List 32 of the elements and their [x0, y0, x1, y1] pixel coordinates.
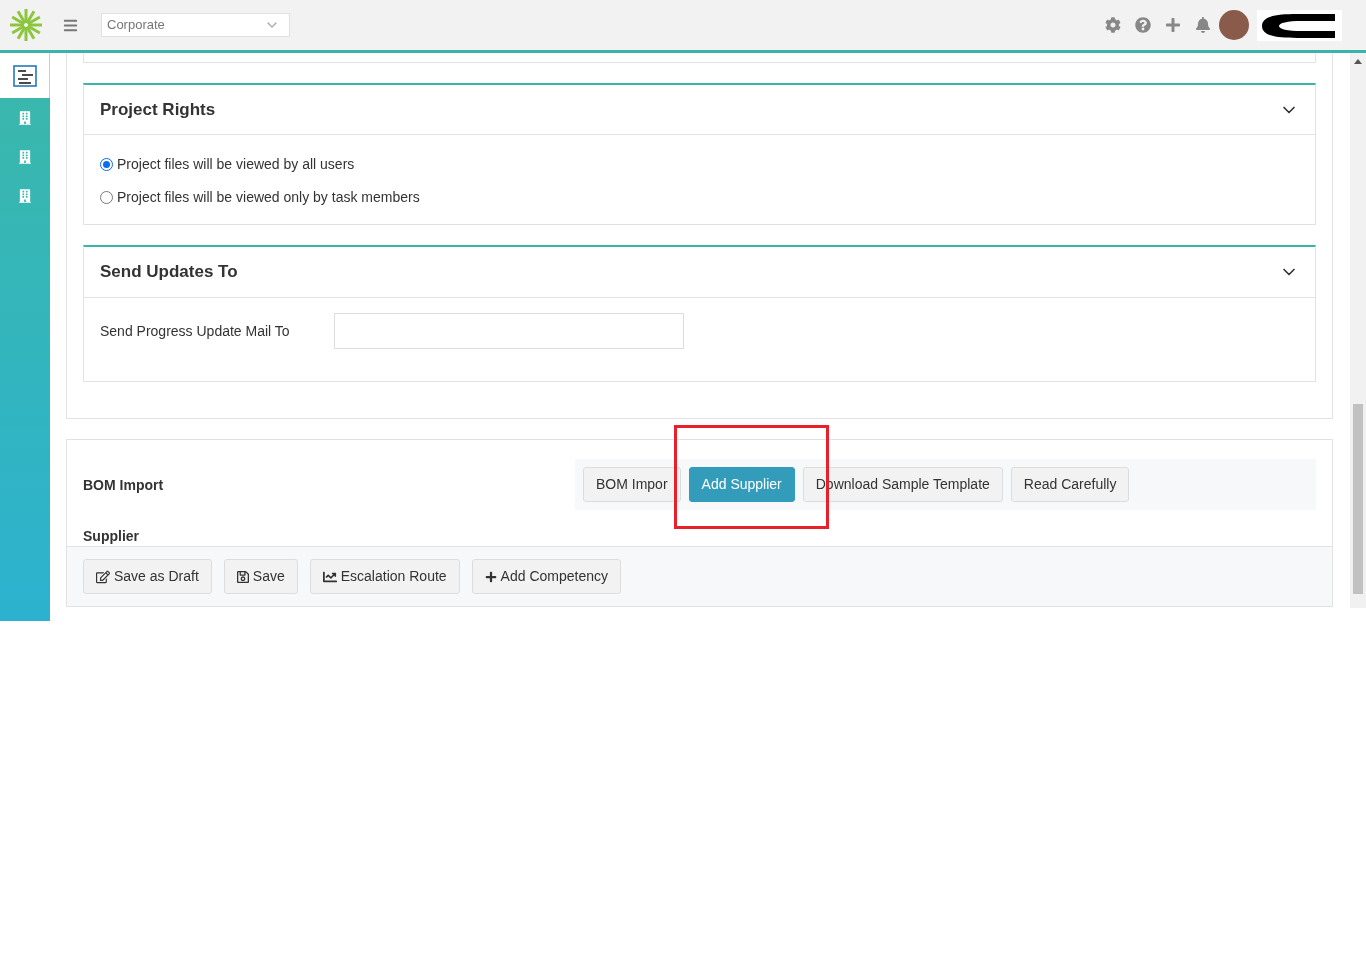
task-list-icon [12, 64, 37, 87]
help-icon[interactable] [1135, 17, 1151, 33]
company-logo[interactable] [1257, 9, 1342, 41]
toolbar-button[interactable]: BOM Impor [583, 466, 681, 502]
menu-icon[interactable] [63, 17, 78, 33]
toolbar-button[interactable]: Read Carefully [1010, 466, 1130, 502]
settings-icon[interactable] [1105, 17, 1121, 33]
save-icon [236, 569, 249, 584]
scrollbar-thumb[interactable] [1353, 404, 1363, 594]
avatar[interactable] [1219, 10, 1249, 40]
notification-icon[interactable] [1195, 17, 1211, 33]
section-title: Project Rights [100, 98, 216, 121]
supplier-label: Supplier [82, 528, 140, 546]
org-select[interactable]: Corporate [101, 13, 290, 37]
line-chart-icon [322, 569, 337, 584]
plus-icon [484, 570, 497, 583]
field-label: Send Progress Update Mail To [100, 321, 291, 341]
section-title: Send Updates To [100, 261, 238, 284]
footer-button[interactable]: Add Competency [471, 559, 621, 594]
building-icon [19, 149, 31, 164]
sidebar-item[interactable] [0, 53, 50, 98]
building-icon [19, 188, 31, 203]
plus-icon[interactable] [1165, 17, 1181, 33]
logo-icon[interactable] [9, 8, 43, 42]
footer-button[interactable]: Save [223, 559, 298, 594]
edit-icon [96, 569, 110, 584]
footer-button[interactable]: Escalation Route [309, 559, 460, 594]
building-icon [19, 110, 31, 125]
scroll-up-arrow-icon[interactable] [1354, 59, 1362, 64]
footer-button[interactable]: Save as Draft [83, 559, 212, 594]
bom-import-label: BOM Import [83, 475, 164, 495]
email-input-field[interactable] [334, 313, 684, 349]
